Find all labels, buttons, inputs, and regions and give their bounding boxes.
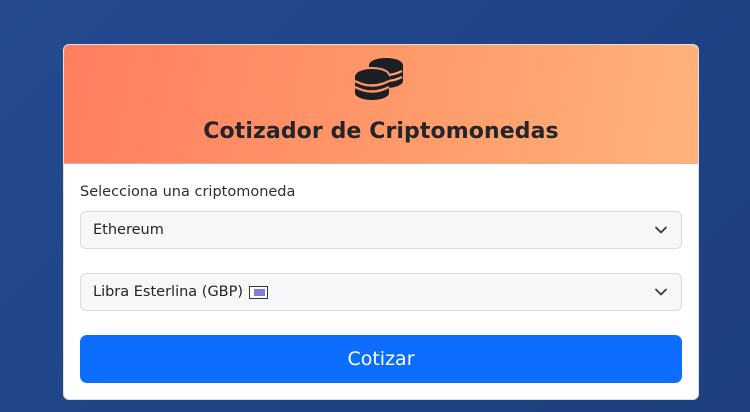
- quote-button[interactable]: Cotizar: [80, 335, 682, 383]
- crypto-select-value: Ethereum: [93, 222, 164, 238]
- currency-select-text: Libra Esterlina (GBP): [93, 284, 244, 300]
- currency-select-value: Libra Esterlina (GBP): [93, 284, 269, 300]
- uk-flag-icon: [249, 285, 269, 299]
- quote-form: Selecciona una criptomoneda Ethereum Lib…: [64, 164, 698, 399]
- chevron-down-icon: [655, 226, 667, 234]
- card-header: Cotizador de Criptomonedas: [64, 45, 698, 164]
- coins-icon: [354, 58, 403, 100]
- page-title: Cotizador de Criptomonedas: [203, 119, 559, 144]
- crypto-select[interactable]: Ethereum: [80, 211, 682, 249]
- quote-card: Cotizador de Criptomonedas Selecciona un…: [63, 44, 699, 400]
- currency-select[interactable]: Libra Esterlina (GBP): [80, 273, 682, 311]
- chevron-down-icon: [655, 288, 667, 296]
- crypto-label: Selecciona una criptomoneda: [80, 184, 296, 200]
